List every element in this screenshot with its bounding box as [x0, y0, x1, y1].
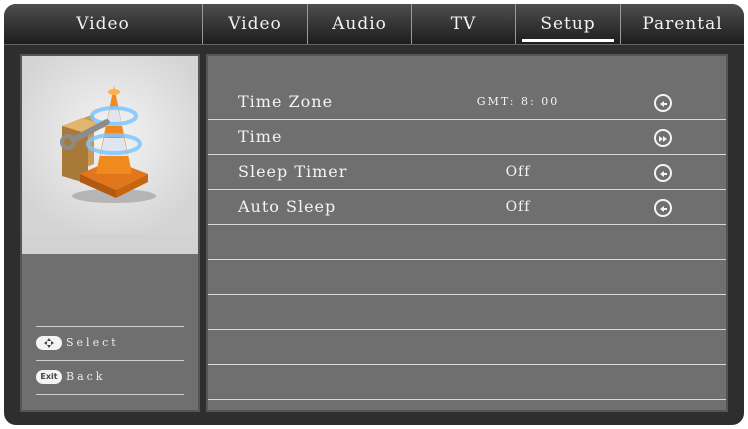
- setting-label: Time: [238, 127, 283, 146]
- divider: [36, 394, 184, 395]
- vlc-cone-icon: [60, 86, 156, 203]
- hint-select-label: Select: [66, 336, 119, 349]
- setting-label: Sleep Timer: [238, 162, 348, 181]
- empty-row: [208, 330, 726, 365]
- submenu-icon[interactable]: [654, 129, 672, 147]
- setting-value: Off: [505, 164, 531, 180]
- tab-audio[interactable]: Audio: [307, 4, 411, 44]
- thumbnail: [22, 56, 198, 234]
- setting-row-time[interactable]: Time: [208, 120, 726, 155]
- info-panel: Select Exit Back: [20, 54, 200, 412]
- empty-row: [208, 260, 726, 295]
- setting-value: GMT: 8: 00: [476, 95, 560, 108]
- tab-tv[interactable]: TV: [411, 4, 515, 44]
- menu-title: Video: [76, 14, 130, 34]
- empty-row: [208, 295, 726, 330]
- exit-button-icon: Exit: [36, 370, 62, 384]
- divider: [36, 326, 184, 327]
- top-menu-bar: Video Video Audio TV Setup Parental: [4, 4, 744, 45]
- hint-back-label: Back: [66, 370, 106, 383]
- thumbnail-caption-strip: [22, 234, 198, 254]
- setting-row-sleep-timer[interactable]: Sleep Timer Off: [208, 155, 726, 190]
- divider: [36, 360, 184, 361]
- settings-list: Time Zone GMT: 8: 00 Time Sleep Timer Of…: [206, 54, 728, 412]
- tab-video[interactable]: Video: [202, 4, 307, 44]
- empty-row: [208, 365, 726, 400]
- setting-value: Off: [505, 199, 531, 215]
- tab-setup[interactable]: Setup: [515, 4, 620, 44]
- enter-icon[interactable]: [654, 94, 672, 112]
- tab-parental[interactable]: Parental: [620, 4, 744, 44]
- setting-label: Time Zone: [238, 92, 334, 111]
- osd-window: Video Video Audio TV Setup Parental Sele…: [4, 4, 744, 425]
- setting-value: [453, 120, 583, 154]
- dpad-icon: [36, 336, 62, 350]
- setting-label: Auto Sleep: [238, 197, 337, 216]
- empty-row: [208, 225, 726, 260]
- enter-icon[interactable]: [654, 164, 672, 182]
- setting-row-time-zone[interactable]: Time Zone GMT: 8: 00: [208, 85, 726, 120]
- setting-row-auto-sleep[interactable]: Auto Sleep Off: [208, 190, 726, 225]
- enter-icon[interactable]: [654, 199, 672, 217]
